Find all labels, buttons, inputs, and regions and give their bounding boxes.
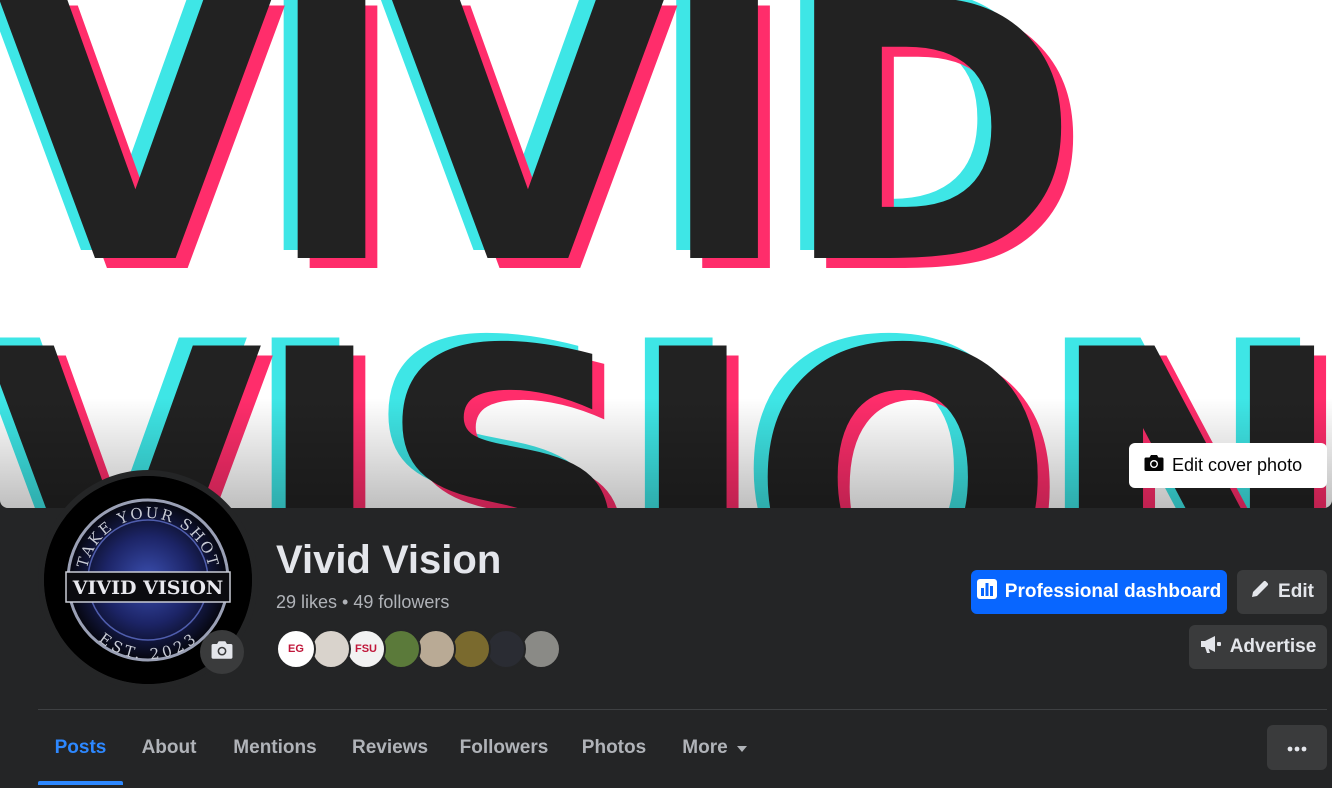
stats-separator: • <box>342 592 349 612</box>
tab-about[interactable]: About <box>130 710 208 785</box>
edit-cover-photo-button[interactable]: Edit cover photo <box>1129 443 1327 488</box>
follower-avatar[interactable] <box>521 629 561 669</box>
tab-posts[interactable]: Posts <box>38 710 123 785</box>
page-stats: 29 likes • 49 followers <box>276 592 449 613</box>
advertise-button[interactable]: Advertise <box>1189 625 1327 669</box>
likes-link[interactable]: 29 likes <box>276 592 337 612</box>
cover-photo[interactable]: VIVID VIVID VIVID VISION VISION VISION <box>0 0 1332 508</box>
camera-icon <box>1144 454 1164 477</box>
tab-followers[interactable]: Followers <box>450 710 558 785</box>
active-tab-indicator <box>38 781 123 785</box>
tab-label: More <box>682 736 728 758</box>
tab-reviews[interactable]: Reviews <box>342 710 438 785</box>
update-profile-picture-button[interactable] <box>200 630 244 674</box>
follower-avatar[interactable] <box>381 629 421 669</box>
avatar-main-text: VIVID VISION <box>72 577 224 599</box>
tab-label: About <box>141 736 197 758</box>
caret-down-icon <box>736 737 748 759</box>
follower-avatar[interactable]: FSU <box>346 629 386 669</box>
follower-avatar[interactable] <box>416 629 456 669</box>
camera-icon <box>211 640 233 665</box>
tab-label: Posts <box>54 736 107 758</box>
tab-photos[interactable]: Photos <box>570 710 658 785</box>
follower-avatar-label: EG <box>288 643 304 655</box>
professional-dashboard-label: Professional dashboard <box>1004 581 1222 602</box>
follower-avatar-label: FSU <box>355 643 377 655</box>
edit-cover-photo-label: Edit cover photo <box>1172 455 1303 475</box>
megaphone-icon <box>1200 634 1222 660</box>
tab-label: Followers <box>459 736 549 758</box>
advertise-label: Advertise <box>1229 636 1317 657</box>
tab-label: Reviews <box>351 736 429 758</box>
followers-link[interactable]: 49 followers <box>353 592 449 612</box>
more-options-button[interactable] <box>1267 725 1327 770</box>
tab-label: Mentions <box>233 736 317 758</box>
follower-avatar[interactable] <box>311 629 351 669</box>
tab-label: Photos <box>581 736 647 758</box>
follower-avatar[interactable]: EG <box>276 629 316 669</box>
edit-label: Edit <box>1278 581 1314 602</box>
follower-avatar[interactable] <box>486 629 526 669</box>
ellipsis-icon <box>1287 739 1307 757</box>
tab-mentions[interactable]: Mentions <box>220 710 330 785</box>
pencil-icon <box>1250 579 1270 605</box>
page-title: Vivid Vision <box>276 538 502 582</box>
professional-dashboard-button[interactable]: Professional dashboard <box>971 570 1227 614</box>
edit-page-button[interactable]: Edit <box>1237 570 1327 614</box>
tab-more[interactable]: More <box>670 710 760 785</box>
dashboard-icon <box>976 579 997 605</box>
follower-avatar[interactable] <box>451 629 491 669</box>
